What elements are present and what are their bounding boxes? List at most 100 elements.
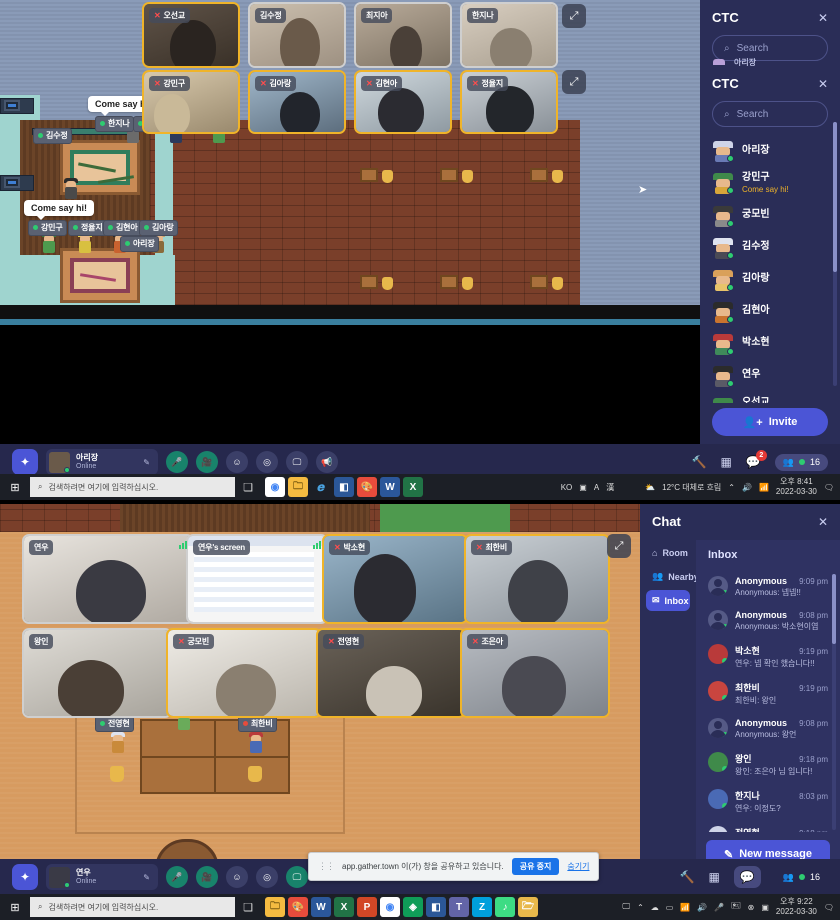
tab-nearby[interactable]: 👥 Nearby xyxy=(646,566,699,587)
video-tile[interactable]: ✕ 김현아 xyxy=(354,70,452,134)
app-excel-icon[interactable]: X xyxy=(403,477,423,497)
message-item[interactable]: 한지나 8:03 pm 연우: 이정도? xyxy=(696,783,840,820)
ime-mode[interactable]: KO xyxy=(561,483,573,492)
microphone-tray-icon[interactable]: 🎤 xyxy=(714,903,724,912)
screenshare-icon[interactable]: ◎ xyxy=(256,451,278,473)
calendar-icon[interactable]: ▦ xyxy=(708,870,719,884)
app-word-icon[interactable]: W xyxy=(311,897,331,917)
close-icon[interactable]: ✕ xyxy=(818,77,828,91)
participant-row[interactable]: 박소현 xyxy=(700,328,840,360)
video-tile[interactable]: 왕인 xyxy=(22,628,172,718)
participant-row[interactable]: 김수정 xyxy=(700,232,840,264)
taskbar-search-input[interactable]: ⌕ 검색하려면 여기에 입력하십시오. xyxy=(30,477,235,497)
user-chip[interactable]: 아리장 Online ✎ xyxy=(46,449,158,475)
hide-button[interactable]: 숨기기 xyxy=(567,861,589,872)
camera-icon[interactable]: 🎥 xyxy=(196,451,218,473)
participant-row[interactable]: 아리장 xyxy=(700,135,840,167)
video-tile[interactable]: ✕ 전영현 xyxy=(316,628,466,718)
battery-icon[interactable]: ▭ xyxy=(666,903,674,912)
tab-inbox[interactable]: ✉ Inbox xyxy=(646,590,690,611)
chat-icon[interactable]: 💬 xyxy=(733,866,761,888)
app-chrome-icon[interactable]: ◉ xyxy=(380,897,400,917)
app-powerpoint-icon[interactable]: P xyxy=(357,897,377,917)
participants-scrollbar-track[interactable] xyxy=(833,122,837,386)
network-icon[interactable]: 📶 xyxy=(759,483,769,492)
weather-text[interactable]: 12°C 대체로 흐림 xyxy=(662,482,721,493)
gather-logo-button[interactable]: ✦ xyxy=(12,864,38,890)
task-view-icon[interactable]: ❏ xyxy=(235,901,261,914)
inbox-scrollbar-thumb[interactable] xyxy=(832,574,836,644)
video-tile[interactable]: ✕ 최한비 xyxy=(464,534,610,624)
app-edge-icon[interactable]: 𝒆 xyxy=(311,477,331,497)
emoji-icon[interactable]: ☺ xyxy=(226,866,248,888)
windows-icon[interactable]: ⊞ xyxy=(0,894,30,920)
game-map-top[interactable]: 한지나 오선교 김수정 강민구 정율지 김현아 김아랑 아리장 xyxy=(0,0,700,444)
network-icon[interactable]: 📶 xyxy=(680,903,690,912)
monitor-share-icon[interactable]: 🖵 xyxy=(286,866,308,888)
video-tile[interactable]: 한지나 xyxy=(460,2,558,68)
expand-row-button-2[interactable]: ⤢ xyxy=(562,70,586,94)
app-spotify-icon[interactable]: ♪ xyxy=(495,897,515,917)
gather-logo-button[interactable]: ✦ xyxy=(12,449,38,475)
task-view-icon[interactable]: ❏ xyxy=(235,481,261,494)
video-tile[interactable]: 연우 xyxy=(22,534,194,624)
tab-room[interactable]: ⌂ Room xyxy=(646,543,690,563)
app-green-icon[interactable]: ◈ xyxy=(403,897,423,917)
camera-icon[interactable]: 🎥 xyxy=(196,866,218,888)
expand-row-button[interactable]: ⤢ xyxy=(607,534,631,558)
video-tile[interactable]: ✕ 박소현 xyxy=(322,534,468,624)
calendar-icon[interactable]: ▦ xyxy=(720,455,731,469)
inbox-message-list[interactable]: Anonymous 9:09 pm Anonymous: 넵넵!! Anonym… xyxy=(696,570,840,832)
participant-row[interactable]: 오선교 Come say hi! xyxy=(700,392,840,403)
video-tile[interactable]: ✕ 정율지 xyxy=(460,70,558,134)
participant-row[interactable]: 김현아 xyxy=(700,296,840,328)
ime-han[interactable]: 漢 xyxy=(606,482,614,493)
app-paint-icon[interactable]: 🎨 xyxy=(288,897,308,917)
app-blue-icon[interactable]: ◧ xyxy=(426,897,446,917)
video-tile[interactable]: ✕ 김아랑 xyxy=(248,70,346,134)
chevron-up-icon[interactable]: ⌃ xyxy=(637,903,644,912)
taskbar-search-input[interactable]: ⌕ 검색하려면 여기에 입력하십시오. xyxy=(30,897,235,917)
screenshare-icon[interactable]: ◎ xyxy=(256,866,278,888)
video-tile[interactable]: 김수정 xyxy=(248,2,346,68)
close-icon[interactable]: ✕ xyxy=(818,515,828,529)
emoji-icon[interactable]: ☺ xyxy=(226,451,248,473)
app-explorer-icon[interactable]: 🗀 xyxy=(265,897,285,917)
clock[interactable]: 오후 9:22 2022-03-30 xyxy=(776,897,817,916)
participant-row[interactable]: 연우 xyxy=(700,360,840,392)
chevron-up-icon[interactable]: ⌃ xyxy=(728,483,735,492)
message-item[interactable]: 최한비 9:19 pm 최한비: 왕인 xyxy=(696,675,840,712)
app-zoom-icon[interactable]: Z xyxy=(472,897,492,917)
user-chip[interactable]: 연우 Online ✎ xyxy=(46,864,158,890)
microphone-icon[interactable]: 🎤 xyxy=(166,451,188,473)
notification-icon[interactable]: 🗨 xyxy=(824,903,834,912)
video-tile[interactable]: ✕ 궁모빈 xyxy=(166,628,322,718)
video-tile[interactable]: ✕ 강민구 xyxy=(142,70,240,134)
windows-icon[interactable]: ⊞ xyxy=(0,474,30,500)
search-input[interactable]: ⌕ Search xyxy=(712,101,828,127)
participants-scrollbar-thumb[interactable] xyxy=(833,122,837,272)
hammer-icon[interactable]: 🔨 xyxy=(692,455,707,469)
ime-box-icon[interactable]: ▣ xyxy=(761,903,769,912)
app-folder2-icon[interactable]: 🗁 xyxy=(518,897,538,917)
participants-list[interactable]: 아리장 강민구 Come say hi! 궁모빈 김수정 김아랑 김현아 박소현… xyxy=(700,135,840,403)
participant-row[interactable]: 궁모빈 xyxy=(700,200,840,232)
clock[interactable]: 오후 8:41 2022-03-30 xyxy=(776,477,817,496)
volume-icon[interactable]: 🔊 xyxy=(697,903,707,912)
notification-icon[interactable]: 🗨 xyxy=(824,483,834,492)
message-item[interactable]: Anonymous 9:08 pm Anonymous: 박소현이염 xyxy=(696,604,840,638)
app-explorer-icon[interactable]: 🗀 xyxy=(288,477,308,497)
message-item[interactable]: 왕인 9:18 pm 왕인: 조은아 님 입니다! xyxy=(696,746,840,783)
invite-button[interactable]: 👤+ Invite xyxy=(712,408,828,436)
pencil-icon[interactable]: ✎ xyxy=(143,873,150,882)
close-icon[interactable]: ✕ xyxy=(818,11,828,25)
ime-char[interactable]: A xyxy=(594,483,599,492)
app-blue-icon[interactable]: ◧ xyxy=(334,477,354,497)
app-excel-icon[interactable]: X xyxy=(334,897,354,917)
people-count-button[interactable]: 👥 16 xyxy=(774,453,828,471)
message-item[interactable]: Anonymous 9:09 pm Anonymous: 넵넵!! xyxy=(696,570,840,604)
microphone-icon[interactable]: 🎤 xyxy=(166,866,188,888)
message-item[interactable]: 전영현 9:18 pm 전영현: 조은아님이요 xyxy=(696,820,840,832)
video-tile[interactable]: 최지아 xyxy=(354,2,452,68)
pencil-icon[interactable]: ✎ xyxy=(143,458,150,467)
